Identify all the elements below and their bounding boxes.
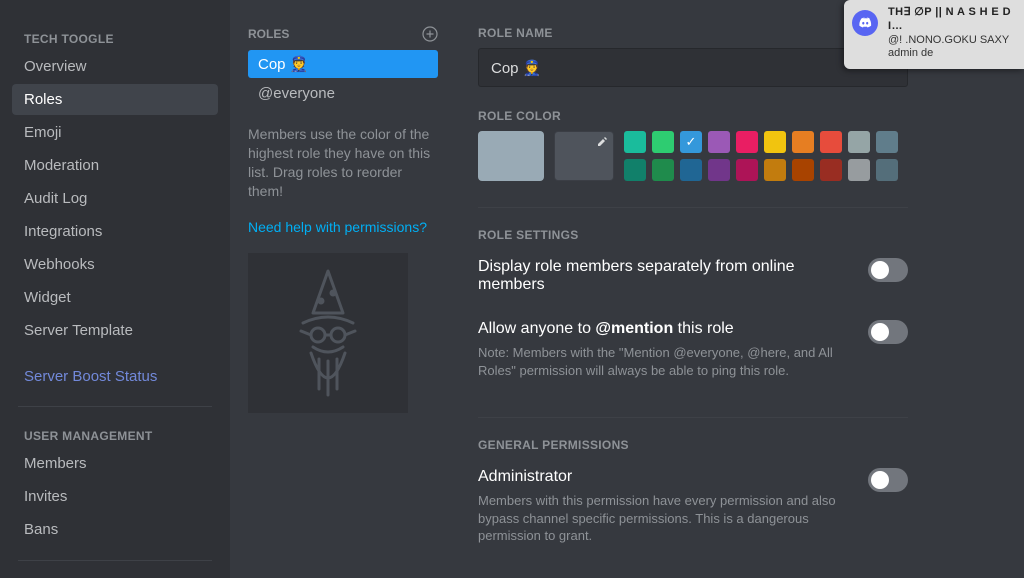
- divider: [18, 560, 212, 561]
- setting-display-separately-title: Display role members separately from onl…: [478, 258, 848, 294]
- color-swatch[interactable]: [876, 131, 898, 153]
- eyedropper-icon: [596, 136, 608, 148]
- nav-emoji[interactable]: Emoji: [12, 117, 218, 148]
- color-swatch[interactable]: [792, 131, 814, 153]
- nav-invites[interactable]: Invites: [12, 481, 218, 512]
- color-swatch[interactable]: [848, 131, 870, 153]
- role-color-label: ROLE COLOR: [478, 109, 984, 123]
- color-swatch[interactable]: [708, 159, 730, 181]
- toggle-display-separately[interactable]: [868, 258, 908, 282]
- toast-line2: admin de: [888, 47, 1016, 61]
- toggle-allow-mention[interactable]: [868, 320, 908, 344]
- color-swatch[interactable]: [764, 159, 786, 181]
- roles-info-text: Members use the color of the highest rol…: [248, 125, 438, 201]
- section-header-server: TECH TOOGLE: [12, 24, 218, 50]
- color-swatch[interactable]: [792, 159, 814, 181]
- role-settings-label: ROLE SETTINGS: [478, 228, 984, 242]
- color-swatch[interactable]: [820, 131, 842, 153]
- perm-administrator-desc: Members with this permission have every …: [478, 492, 848, 545]
- role-item-everyone[interactable]: @everyone: [248, 80, 438, 107]
- color-swatch[interactable]: [680, 159, 702, 181]
- custom-color-swatch[interactable]: [554, 131, 614, 181]
- toggle-administrator[interactable]: [868, 468, 908, 492]
- default-color-swatch[interactable]: [478, 131, 544, 181]
- setting-allow-mention-note: Note: Members with the "Mention @everyon…: [478, 344, 848, 379]
- color-swatch[interactable]: ✓: [680, 131, 702, 153]
- color-swatch[interactable]: [708, 131, 730, 153]
- color-swatch[interactable]: [624, 159, 646, 181]
- nav-integrations[interactable]: Integrations: [12, 216, 218, 247]
- general-permissions-label: GENERAL PERMISSIONS: [478, 438, 984, 452]
- color-swatch[interactable]: [876, 159, 898, 181]
- roles-header-label: ROLES: [248, 27, 289, 41]
- color-swatch[interactable]: [624, 131, 646, 153]
- nav-bans[interactable]: Bans: [12, 514, 218, 545]
- nav-server-boost[interactable]: Server Boost Status: [12, 361, 218, 392]
- wizard-illustration: [248, 253, 408, 413]
- settings-sidebar: TECH TOOGLE Overview Roles Emoji Moderat…: [0, 0, 230, 578]
- notification-toast[interactable]: TH∃ ∅P || N A S H E D I… @! .NONO.GOKU S…: [844, 0, 1024, 69]
- nav-audit-log[interactable]: Audit Log: [12, 183, 218, 214]
- toast-title: TH∃ ∅P || N A S H E D I…: [888, 6, 1016, 34]
- color-swatch[interactable]: [848, 159, 870, 181]
- nav-roles[interactable]: Roles: [12, 84, 218, 115]
- color-swatch[interactable]: [820, 159, 842, 181]
- discord-icon: [852, 10, 878, 36]
- role-editor: ✕ ESC TH∃ ∅P || N A S H E D I… @! .NONO.…: [452, 0, 1024, 578]
- color-swatch[interactable]: [764, 131, 786, 153]
- role-item-cop[interactable]: Cop 👮: [248, 50, 438, 78]
- nav-members[interactable]: Members: [12, 448, 218, 479]
- setting-allow-mention-title: Allow anyone to @mention this role: [478, 320, 848, 338]
- color-swatch[interactable]: [652, 131, 674, 153]
- roles-column: ROLES Cop 👮 @everyone Members use the co…: [230, 0, 452, 578]
- check-icon: ✓: [680, 131, 702, 153]
- color-palette: ✓: [624, 131, 898, 181]
- nav-widget[interactable]: Widget: [12, 282, 218, 313]
- color-swatch[interactable]: [736, 159, 758, 181]
- color-swatch[interactable]: [736, 131, 758, 153]
- color-swatch[interactable]: [652, 159, 674, 181]
- toast-line1: @! .NONO.GOKU SAXY: [888, 34, 1016, 48]
- nav-server-template[interactable]: Server Template: [12, 315, 218, 346]
- add-role-icon[interactable]: [422, 26, 438, 42]
- perm-administrator-title: Administrator: [478, 468, 848, 486]
- divider: [18, 406, 212, 407]
- nav-moderation[interactable]: Moderation: [12, 150, 218, 181]
- nav-overview[interactable]: Overview: [12, 51, 218, 82]
- section-header-user-mgmt: USER MANAGEMENT: [12, 421, 218, 447]
- nav-webhooks[interactable]: Webhooks: [12, 249, 218, 280]
- permissions-help-link[interactable]: Need help with permissions?: [248, 219, 427, 235]
